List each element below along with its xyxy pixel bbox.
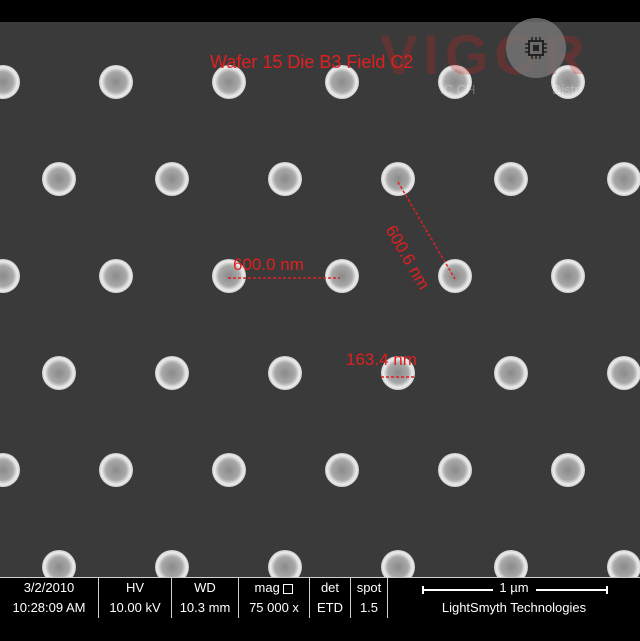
measurement-lines: [228, 181, 456, 378]
scale-cell: 1 µm LightSmyth Technologies: [388, 578, 640, 618]
wd-value: 10.3 mm: [179, 600, 231, 615]
company-name: LightSmyth Technologies: [441, 600, 587, 615]
time-value: 10:28:09 AM: [12, 600, 86, 615]
hv-cell: HV 10.00 kV: [99, 578, 172, 618]
det-cell: det ETD: [310, 578, 351, 618]
hv-value: 10.00 kV: [109, 600, 161, 615]
det-label: det: [320, 580, 340, 595]
mag-label: mag: [254, 580, 280, 595]
image-title: Wafer 15 Die B3 Field C2: [210, 52, 414, 72]
scale-bar-left: [422, 589, 494, 591]
hv-label: HV: [125, 580, 145, 595]
pitch-measurement-horizontal: 600.0 nm: [233, 255, 304, 274]
wd-cell: WD 10.3 mm: [172, 578, 239, 618]
scale-label: 1 µm: [493, 580, 535, 595]
det-value: ETD: [317, 600, 343, 615]
watermark-sub-left: IC CH: [440, 82, 476, 97]
spot-label: spot: [356, 580, 382, 595]
spot-cell: spot 1.5: [351, 578, 388, 618]
scale-bar-right-tick: [606, 586, 608, 594]
date-value: 3/2/2010: [23, 580, 75, 595]
spot-value: 1.5: [359, 600, 379, 615]
scale-bar-right: [536, 589, 608, 591]
wd-label: WD: [194, 580, 216, 595]
scale-bar: 1 µm: [388, 578, 640, 598]
sem-image: [0, 22, 640, 577]
mag-value: 75 000 x: [249, 600, 299, 615]
watermark-sub-right: Distr: [552, 82, 579, 97]
chip-icon: [506, 18, 566, 78]
mag-cell: mag 75 000 x: [239, 578, 310, 618]
diameter-measurement: 163.4 nm: [346, 350, 417, 369]
sem-info-bar: 3/2/2010 10:28:09 AM HV 10.00 kV WD 10.3…: [0, 577, 640, 641]
date-time-cell: 3/2/2010 10:28:09 AM: [0, 578, 99, 618]
square-icon: [283, 583, 294, 594]
